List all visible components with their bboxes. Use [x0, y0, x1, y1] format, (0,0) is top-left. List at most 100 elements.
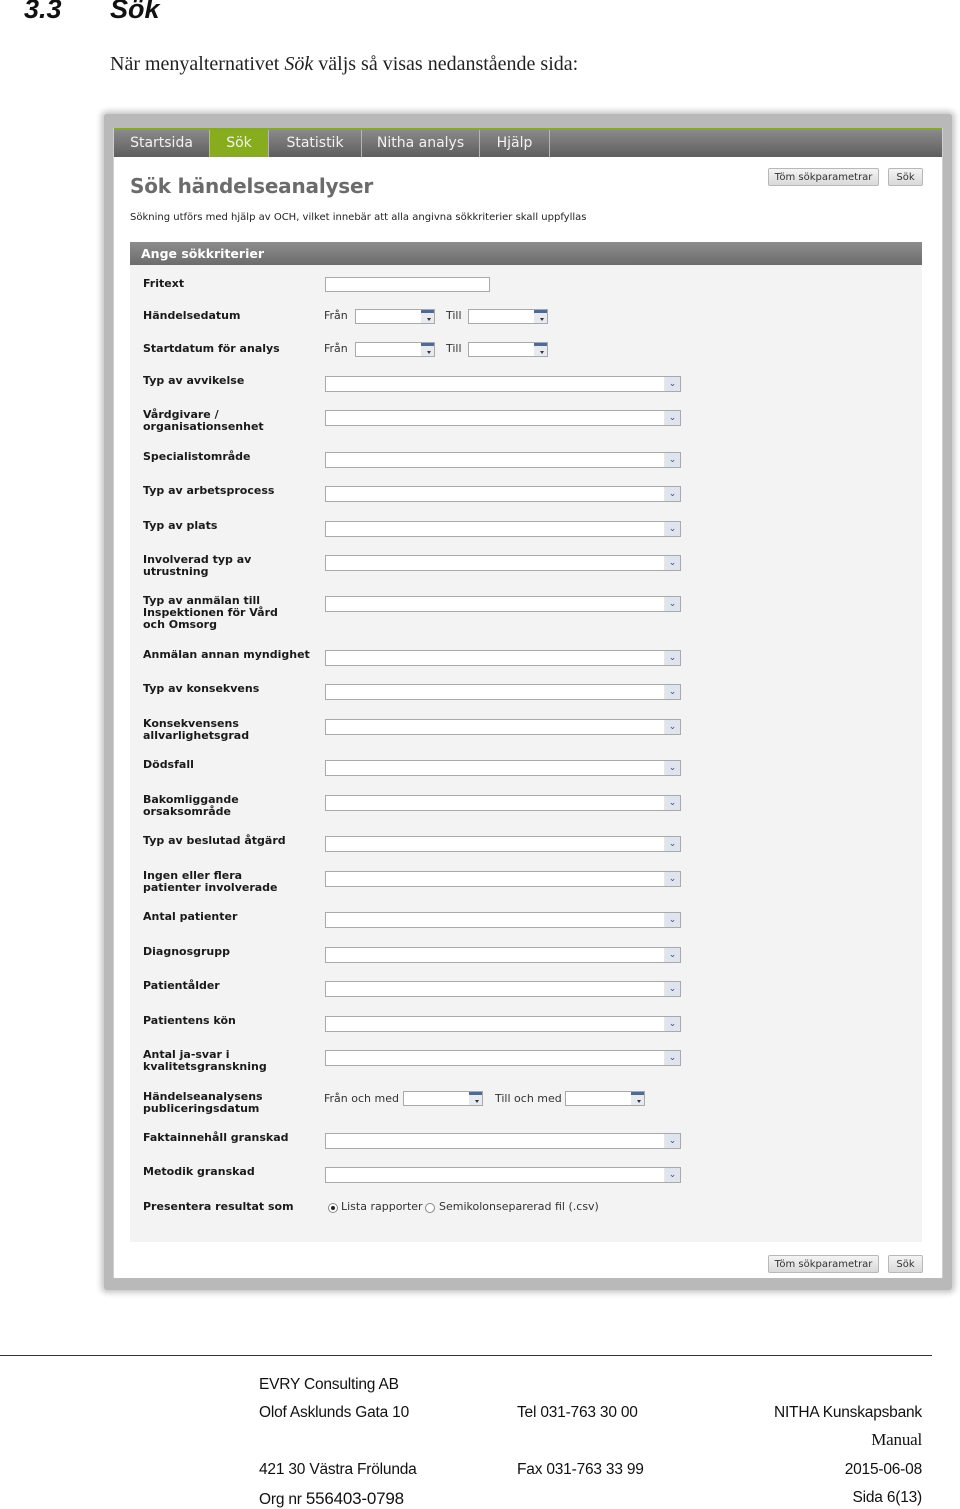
orsaksomrade-select[interactable]: ⌄ [325, 795, 681, 811]
chevron-down-icon: ⌄ [664, 837, 680, 851]
vardgivare-select[interactable]: ⌄ [325, 410, 681, 426]
clear-search-button-bottom[interactable]: Töm sökparametrar [768, 1255, 879, 1273]
select-label: Typ av beslutad åtgärd [143, 834, 286, 847]
chevron-down-icon: ⌄ [664, 556, 680, 570]
specialistomrade-select[interactable]: ⌄ [325, 452, 681, 468]
handelsedatum-label: Händelsedatum [143, 309, 241, 322]
publiceringsdatum-label: Händelseanalysens publiceringsdatum [143, 1090, 263, 1115]
footer-date: 2015-06-08 [844, 1461, 922, 1478]
radio-label-lista[interactable]: Lista rapporter [341, 1201, 423, 1213]
nav-tab-startsida[interactable]: Startsida [114, 130, 210, 157]
select-label: Patientålder [143, 979, 220, 992]
select-label: Faktainnehåll granskad [143, 1131, 289, 1144]
arbetsprocess-select[interactable]: ⌄ [325, 486, 681, 502]
chevron-down-icon: ⌄ [664, 597, 680, 611]
calendar-icon[interactable] [534, 310, 547, 323]
konsekvens-select[interactable]: ⌄ [325, 684, 681, 700]
footer-tel: Tel 031-763 30 00 [517, 1404, 638, 1421]
footer-page: Sida 6(13) [852, 1489, 922, 1506]
nav-tab-statistik[interactable]: Statistik [269, 130, 362, 157]
footer-product: NITHA Kunskapsbank [773, 1404, 922, 1421]
fritext-label: Fritext [143, 277, 185, 290]
select-label: Dödsfall [143, 758, 194, 771]
search-button-top[interactable]: Sök [888, 168, 923, 186]
handelsedatum-from-input[interactable] [355, 309, 435, 324]
select-label: Bakomliggande orsaksområde [143, 793, 239, 818]
diagnosgrupp-select[interactable]: ⌄ [325, 947, 681, 963]
patientalder-select[interactable]: ⌄ [325, 981, 681, 997]
startdatum-from-input[interactable] [355, 342, 435, 357]
select-label: Involverad typ av utrustning [143, 553, 252, 578]
footer-street: Olof Asklunds Gata 10 [259, 1404, 410, 1421]
radio-csv[interactable] [425, 1203, 435, 1213]
radio-lista-rapporter[interactable] [328, 1203, 338, 1213]
calendar-icon[interactable] [469, 1092, 482, 1105]
select-label: Typ av anmälan till Inspektionen för Vår… [143, 594, 278, 631]
ivo-anmalan-select[interactable]: ⌄ [325, 596, 681, 612]
select-label: Metodik granskad [143, 1165, 255, 1178]
faktainnehall-select[interactable]: ⌄ [325, 1133, 681, 1149]
select-label: Typ av arbetsprocess [143, 484, 275, 497]
page-title: Sök händelseanalyser [130, 174, 374, 198]
chevron-down-icon: ⌄ [664, 1134, 680, 1148]
app-screenshot: Startsida Sök Statistik Nitha analys Hjä… [113, 128, 943, 1278]
annan-myndighet-select[interactable]: ⌄ [325, 650, 681, 666]
nav-tab-sok[interactable]: Sök [210, 130, 269, 157]
chevron-down-icon: ⌄ [664, 872, 680, 886]
chevron-down-icon: ⌄ [664, 913, 680, 927]
startdatum-label: Startdatum för analys [143, 342, 280, 355]
panel-header: Ange sökkriterier [130, 242, 922, 265]
publicering-from-label: Från och med [324, 1092, 399, 1105]
chevron-down-icon: ⌄ [664, 796, 680, 810]
patientens-kon-select[interactable]: ⌄ [325, 1016, 681, 1032]
allvarlighetsgrad-select[interactable]: ⌄ [325, 719, 681, 735]
typ-av-avvikelse-select[interactable]: ⌄ [325, 376, 681, 392]
footer-fax: Fax 031-763 33 99 [517, 1461, 644, 1478]
beslutad-atgard-select[interactable]: ⌄ [325, 836, 681, 852]
calendar-icon[interactable] [631, 1092, 644, 1105]
publicering-from-input[interactable] [403, 1091, 483, 1106]
publicering-to-input[interactable] [565, 1091, 645, 1106]
clear-search-button-top[interactable]: Töm sökparametrar [768, 168, 879, 186]
result-format-label: Presentera resultat som [143, 1200, 294, 1213]
footer-doc-type: Manual [871, 1430, 922, 1449]
chevron-down-icon: ⌄ [664, 411, 680, 425]
publicering-to-label: Till och med [495, 1092, 562, 1105]
footer-org: Org nr 556403-0798 [259, 1489, 404, 1509]
footer-org-prefix: Org nr [259, 1491, 306, 1508]
handelsedatum-to-label: Till [446, 309, 462, 322]
chevron-down-icon: ⌄ [664, 761, 680, 775]
nav-tab-nitha-analys[interactable]: Nitha analys [362, 130, 480, 157]
main-nav: Startsida Sök Statistik Nitha analys Hjä… [114, 128, 942, 157]
select-label: Specialistområde [143, 450, 251, 463]
chevron-down-icon: ⌄ [664, 487, 680, 501]
select-label: Typ av plats [143, 519, 218, 532]
chevron-down-icon: ⌄ [664, 651, 680, 665]
patienter-involverade-select[interactable]: ⌄ [325, 871, 681, 887]
typ-av-plats-select[interactable]: ⌄ [325, 521, 681, 537]
chevron-down-icon: ⌄ [664, 377, 680, 391]
select-label: Konsekvensens allvarlighetsgrad [143, 717, 250, 742]
handelsedatum-to-input[interactable] [468, 309, 548, 324]
intro-emphasis: Sök [284, 53, 314, 75]
handelsedatum-from-label: Från [324, 309, 348, 322]
search-button-bottom[interactable]: Sök [888, 1255, 923, 1273]
select-label: Antal patienter [143, 910, 238, 923]
ja-svar-select[interactable]: ⌄ [325, 1050, 681, 1066]
footer-city: 421 30 Västra Frölunda [259, 1461, 417, 1478]
utrustning-select[interactable]: ⌄ [325, 555, 681, 571]
antal-patienter-select[interactable]: ⌄ [325, 912, 681, 928]
chevron-down-icon: ⌄ [664, 720, 680, 734]
calendar-icon[interactable] [534, 343, 547, 356]
fritext-input[interactable] [325, 277, 490, 292]
startdatum-to-input[interactable] [468, 342, 548, 357]
metodik-select[interactable]: ⌄ [325, 1167, 681, 1183]
select-label: Typ av avvikelse [143, 374, 245, 387]
select-label: Antal ja-svar i kvalitetsgranskning [143, 1048, 267, 1073]
calendar-icon[interactable] [421, 343, 434, 356]
dodsfall-select[interactable]: ⌄ [325, 760, 681, 776]
startdatum-from-label: Från [324, 342, 348, 355]
nav-tab-hjalp[interactable]: Hjälp [480, 130, 550, 157]
calendar-icon[interactable] [421, 310, 434, 323]
radio-label-csv[interactable]: Semikolonseparerad fil (.csv) [439, 1201, 599, 1213]
